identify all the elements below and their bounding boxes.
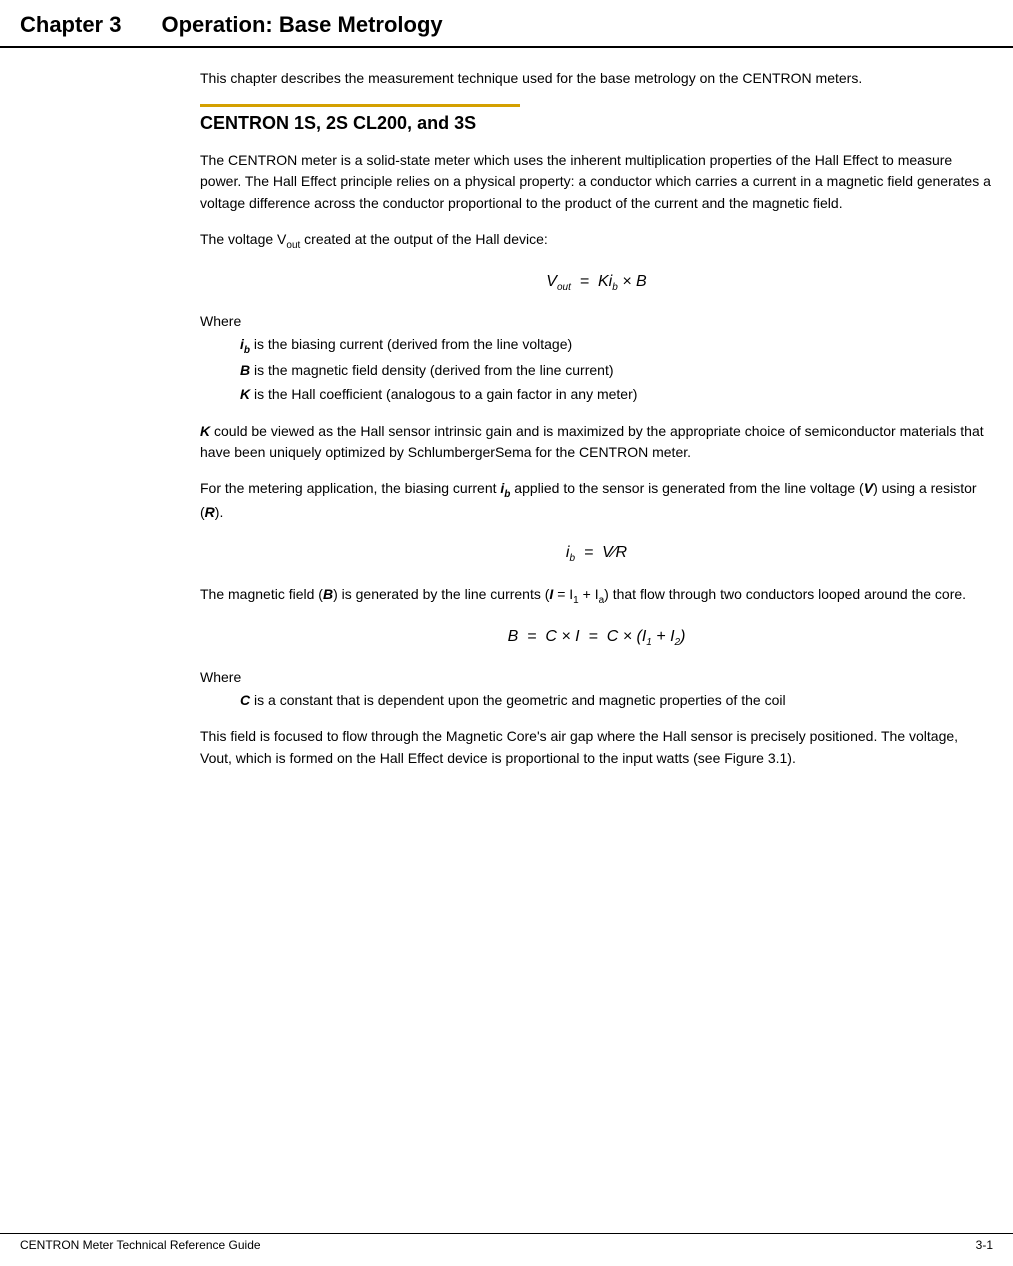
formula3-block: B = C × I = C × (I1 + I2) [200,628,993,648]
formula2-block: ib = V∕R [200,544,993,564]
where-item3: K is the Hall coefficient (analogous to … [240,383,993,407]
para5-prefix: The magnetic field ( [200,586,323,602]
where-item1-text: is the biasing current (derived from the… [250,336,572,352]
para2-sub: out [286,231,300,247]
formula1-block: Vout = Kib × B [200,273,993,293]
section1-heading-container: CENTRON 1S, 2S CL200, and 3S [200,104,993,134]
footer-left: CENTRON Meter Technical Reference Guide [20,1238,261,1252]
paragraph4: For the metering application, the biasin… [200,478,993,524]
paragraph6: This field is focused to flow through th… [200,726,993,769]
paragraph3: K could be viewed as the Hall sensor int… [200,421,993,464]
section-heading-rule [200,104,520,107]
where-item1: ib is the biasing current (derived from … [240,333,993,359]
paragraph5: The magnetic field (B) is generated by t… [200,584,993,608]
formula1: Vout = Kib × B [546,273,646,290]
paragraph2: The voltage Vout created at the output o… [200,229,993,253]
para4-suffix3: ). [215,504,224,520]
where-section2: Where C is a constant that is dependent … [200,669,993,713]
chapter-title: Operation: Base Metrology [161,12,442,38]
where-section1: Where ib is the biasing current (derived… [200,313,993,406]
para2-prefix: The voltage V [200,231,286,247]
paragraph1: The CENTRON meter is a solid-state meter… [200,150,993,215]
para4-prefix: For the metering application, the biasin… [200,480,500,496]
where-items1: ib is the biasing current (derived from … [200,333,993,406]
page: Chapter 3 Operation: Base Metrology This… [0,0,1013,1266]
where2-item1-text: is a constant that is dependent upon the… [250,692,785,708]
para5-suffix: ) is generated by the line currents ( [333,586,549,602]
chapter-label: Chapter 3 [20,12,121,38]
intro-paragraph: This chapter describes the measurement t… [200,68,993,90]
where2-item1: C is a constant that is dependent upon t… [240,689,993,713]
formula2: ib = V∕R [566,544,627,561]
formula3: B = C × I = C × (I1 + I2) [508,628,686,645]
para3-text: could be viewed as the Hall sensor intri… [200,423,984,461]
section1-heading: CENTRON 1S, 2S CL200, and 3S [200,113,993,134]
footer-right: 3-1 [976,1238,993,1252]
para2-suffix: created at the output of the Hall device… [300,231,548,247]
para4-suffix: applied to the sensor is generated from … [510,480,863,496]
where-label2: Where [200,669,993,685]
where-items2: C is a constant that is dependent upon t… [200,689,993,713]
page-footer: CENTRON Meter Technical Reference Guide … [0,1233,1013,1256]
where-item2-text: is the magnetic field density (derived f… [250,362,613,378]
chapter-header: Chapter 3 Operation: Base Metrology [0,0,1013,48]
para5-suffix2: ) that flow through two conductors loope… [604,586,966,602]
where-item3-text: is the Hall coefficient (analogous to a … [250,386,637,402]
where-item2: B is the magnetic field density (derived… [240,359,993,383]
main-content: This chapter describes the measurement t… [0,48,1013,804]
where-label1: Where [200,313,993,329]
